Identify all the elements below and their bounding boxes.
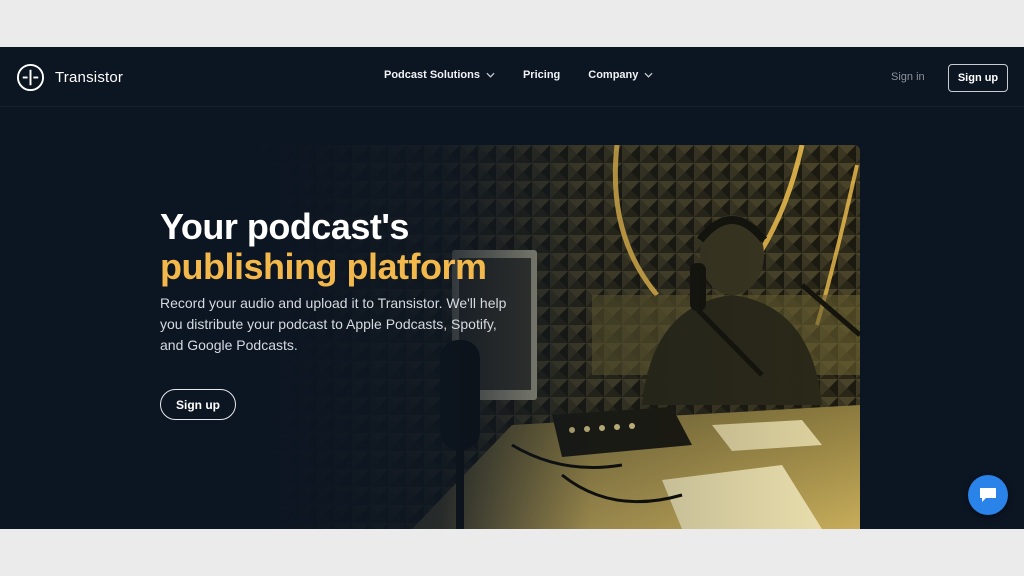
page-frame: Transistor Podcast Solutions Pricing Com… [0, 47, 1024, 529]
sign-in-link[interactable]: Sign in [891, 71, 925, 83]
nav-item-label: Company [588, 69, 639, 81]
hero-description: Record your audio and upload it to Trans… [160, 295, 507, 353]
transistor-logo-icon [16, 63, 45, 92]
nav-item-company[interactable]: Company [588, 69, 653, 81]
nav-item-pricing[interactable]: Pricing [523, 69, 560, 81]
hero-section: Your podcast's publishing platform Recor… [160, 207, 540, 356]
nav-item-label: Pricing [522, 69, 561, 81]
chat-bubble-icon [980, 488, 996, 502]
brand-logo[interactable]: Transistor [16, 63, 123, 92]
chat-widget-button[interactable] [968, 475, 1008, 515]
nav-item-podcast-solutions[interactable]: Podcast Solutions [384, 69, 495, 81]
brand-name: Transistor [55, 69, 124, 86]
hero-title-line2: publishing platform [160, 246, 487, 287]
hero-sign-up-button[interactable]: Sign up [160, 389, 236, 420]
chevron-down-icon [486, 72, 495, 78]
top-nav: Transistor Podcast Solutions Pricing Com… [0, 47, 1024, 107]
nav-item-label: Podcast Solutions [384, 69, 480, 81]
chevron-down-icon [644, 72, 653, 78]
hero-title-line1: Your podcast's [160, 206, 409, 247]
sign-up-button[interactable]: Sign up [948, 64, 1008, 92]
main-menu: Podcast Solutions Pricing Company [384, 69, 653, 81]
